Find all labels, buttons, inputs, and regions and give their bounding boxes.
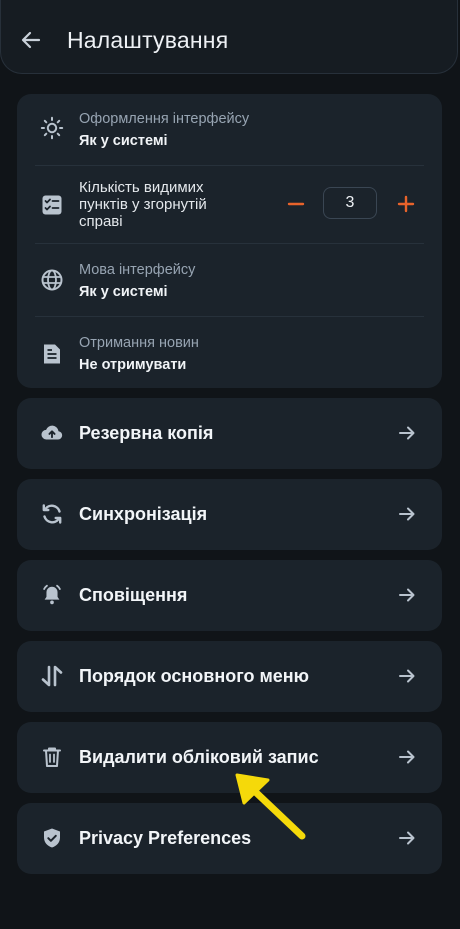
language-setting-row[interactable]: Мова інтерфейсу Як у системі (17, 244, 442, 316)
page-title: Налаштування (67, 27, 229, 53)
checklist-icon (40, 193, 64, 217)
settings-card: Оформлення інтерфейсу Як у системі Кільк… (17, 94, 442, 388)
shield-icon (40, 826, 64, 850)
minus-icon (287, 202, 305, 206)
news-label: Отримання новин (79, 335, 199, 351)
top-app-bar: Налаштування (0, 0, 458, 74)
nav-item-menu-order[interactable]: Порядок основного меню (17, 641, 442, 712)
trash-icon (40, 745, 64, 769)
nav-label: Видалити обліковий запис (79, 747, 319, 767)
arrow-right-icon (396, 503, 418, 525)
arrow-right-icon (396, 422, 418, 444)
visible-items-label: Кількість видимих пунктів у згорнутій сп… (79, 179, 207, 230)
arrow-right-icon (396, 665, 418, 687)
nav-item-backup[interactable]: Резервна копія (17, 398, 442, 469)
visible-items-value[interactable]: 3 (323, 187, 377, 219)
nav-label: Резервна копія (79, 423, 214, 443)
arrow-left-icon (21, 31, 41, 49)
theme-value: Як у системі (79, 133, 168, 149)
theme-label: Оформлення інтерфейсу (79, 111, 250, 127)
reorder-icon (40, 664, 64, 688)
cloud-upload-icon (40, 421, 64, 445)
arrow-right-icon (396, 584, 418, 606)
document-icon (40, 342, 64, 366)
news-value: Не отримувати (79, 357, 187, 373)
nav-item-notifications[interactable]: Сповіщення (17, 560, 442, 631)
language-label: Мова інтерфейсу (79, 262, 196, 278)
sync-icon (40, 502, 64, 526)
news-setting-row[interactable]: Отримання новин Не отримувати (17, 317, 442, 388)
sun-icon (40, 116, 64, 140)
arrow-right-icon (396, 746, 418, 768)
nav-item-sync[interactable]: Синхронізація (17, 479, 442, 550)
nav-label: Сповіщення (79, 585, 188, 605)
increment-button[interactable] (393, 191, 419, 217)
bell-icon (40, 583, 64, 607)
language-value: Як у системі (79, 284, 168, 300)
arrow-right-icon (396, 827, 418, 849)
annotation-arrow-icon (235, 773, 306, 840)
nav-label: Privacy Preferences (79, 828, 252, 848)
theme-setting-row[interactable]: Оформлення інтерфейсу Як у системі (17, 94, 442, 166)
decrement-button[interactable] (283, 191, 309, 217)
nav-label: Синхронізація (79, 504, 208, 524)
visible-items-setting-row: Кількість видимих пунктів у згорнутій сп… (17, 166, 442, 243)
back-button[interactable] (15, 24, 47, 56)
nav-label: Порядок основного меню (79, 666, 310, 686)
globe-icon (40, 268, 64, 292)
plus-icon (397, 195, 415, 213)
